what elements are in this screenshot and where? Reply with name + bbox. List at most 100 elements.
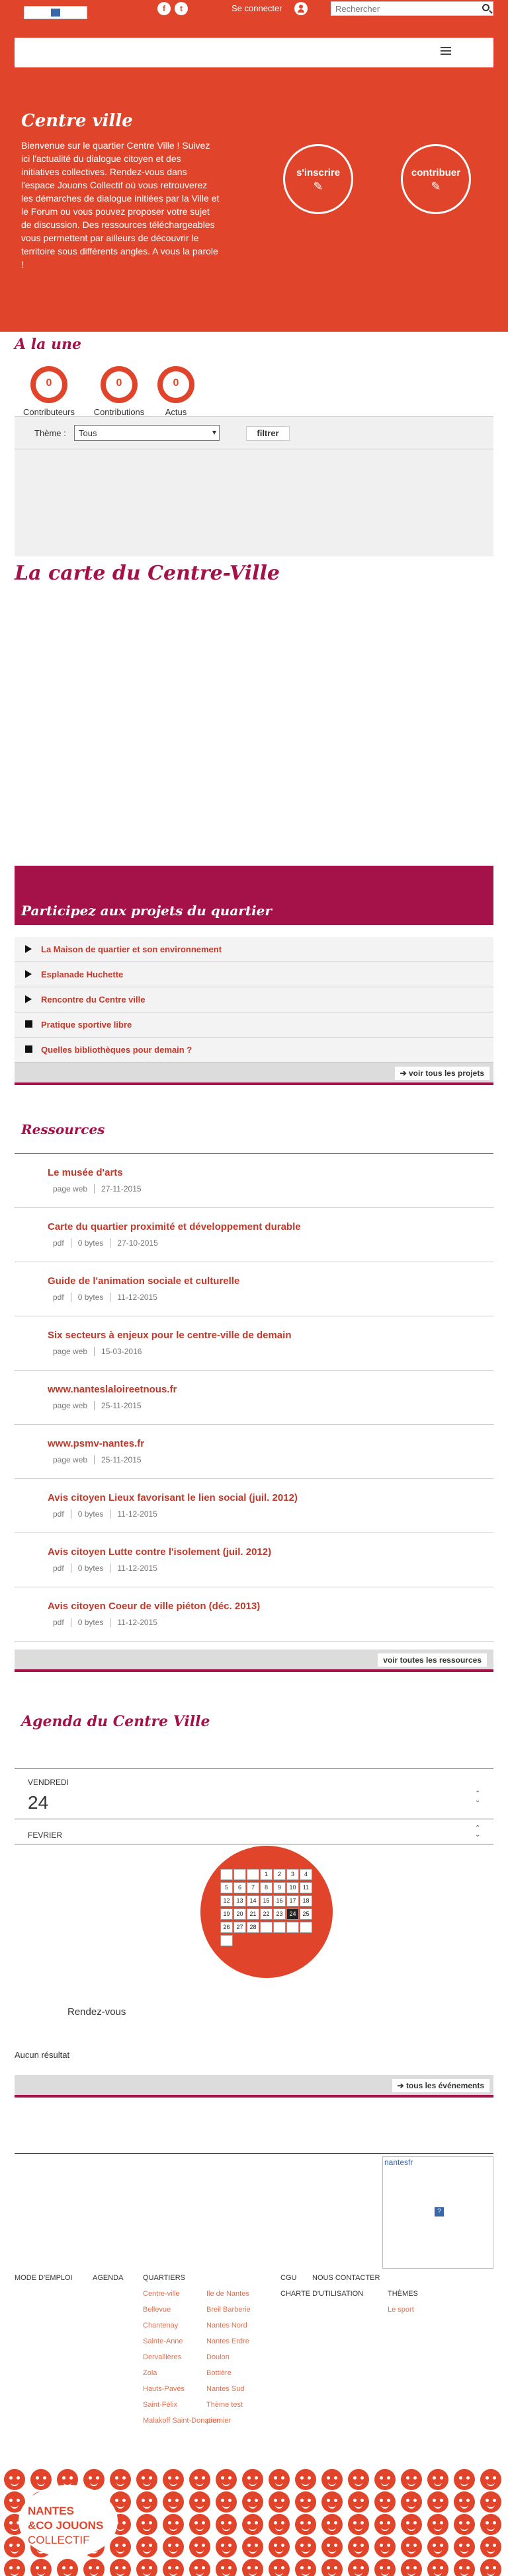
calendar-day[interactable]: 9: [273, 1882, 286, 1893]
project-item[interactable]: Pratique sportive libre: [15, 1012, 493, 1038]
quartier-link[interactable]: Breil Barberie: [206, 2306, 251, 2314]
all-events-label: tous les événements: [405, 2081, 484, 2090]
all-events-button[interactable]: ➔ tous les événements: [392, 2079, 489, 2092]
quartier-link[interactable]: Ile de Nantes: [206, 2290, 249, 2298]
search-icon[interactable]: [482, 4, 489, 11]
footer-nav-charter[interactable]: CHARTE D'UTILISATION: [280, 2290, 363, 2298]
resource-title[interactable]: Avis citoyen Lutte contre l'isolement (j…: [48, 1546, 271, 1558]
facebook-icon[interactable]: f: [157, 2, 171, 15]
quartier-link[interactable]: premier: [206, 2417, 231, 2425]
calendar-day[interactable]: 18: [300, 1895, 312, 1907]
resource-item[interactable]: Carte du quartier proximité et développe…: [15, 1208, 493, 1262]
user-icon[interactable]: [294, 2, 308, 15]
calendar-day[interactable]: 22: [260, 1909, 273, 1920]
quartier-link[interactable]: Bottière: [206, 2369, 232, 2377]
footer-theme-item[interactable]: Le sport: [388, 2306, 414, 2314]
resource-item[interactable]: Guide de l'animation sociale et culturel…: [15, 1262, 493, 1316]
theme-select[interactable]: Tous: [74, 425, 220, 441]
project-item[interactable]: Quelles bibliothèques pour demain ?: [15, 1038, 493, 1063]
calendar-day[interactable]: 10: [286, 1882, 299, 1893]
calendar-day[interactable]: 13: [233, 1895, 246, 1907]
resource-item[interactable]: Avis citoyen Lieux favorisant le lien so…: [15, 1479, 493, 1533]
language-flag[interactable]: [24, 6, 87, 19]
calendar-day[interactable]: 8: [260, 1882, 273, 1893]
calendar-day[interactable]: 12: [220, 1895, 233, 1907]
calendar-day[interactable]: 17: [286, 1895, 299, 1907]
calendar-day[interactable]: 3: [286, 1869, 299, 1880]
quartier-link[interactable]: Saint-Félix: [143, 2401, 177, 2409]
quartier-link[interactable]: Nantes Nord: [206, 2322, 247, 2330]
resource-item[interactable]: Avis citoyen Lutte contre l'isolement (j…: [15, 1533, 493, 1587]
nantesfr-link[interactable]: nantesfr: [384, 2158, 413, 2167]
resource-item[interactable]: Six secteurs à enjeux pour le centre-vil…: [15, 1316, 493, 1371]
all-resources-button[interactable]: voir toutes les ressources: [378, 1653, 487, 1667]
project-item[interactable]: La Maison de quartier et son environneme…: [15, 937, 493, 962]
filter-button[interactable]: filtrer: [246, 426, 290, 441]
quartier-link[interactable]: Doulon: [206, 2353, 230, 2361]
calendar-day[interactable]: 4: [300, 1869, 312, 1880]
calendar-day[interactable]: 26: [220, 1922, 233, 1933]
resource-title[interactable]: Avis citoyen Coeur de ville piéton (déc.…: [48, 1601, 260, 1612]
all-projects-button[interactable]: ➔ voir tous les projets: [394, 1067, 489, 1080]
quartier-link[interactable]: Centre-ville: [143, 2290, 180, 2298]
quartier-link[interactable]: Nantes Sud: [206, 2385, 244, 2393]
calendar-day[interactable]: 28: [247, 1922, 259, 1933]
resource-title[interactable]: Avis citoyen Lieux favorisant le lien so…: [48, 1492, 298, 1503]
quartier-link[interactable]: Dervallières: [143, 2353, 181, 2361]
calendar-day[interactable]: 25: [300, 1909, 312, 1920]
resource-item[interactable]: www.psmv-nantes.fr page web 25-11-2015: [15, 1425, 493, 1479]
resource-item[interactable]: www.nanteslaloireetnous.fr page web 25-11-…: [15, 1371, 493, 1425]
footer-nav-quartiers[interactable]: QUARTIERS: [143, 2274, 185, 2282]
calendar-day[interactable]: 19: [220, 1909, 233, 1920]
day-stepper[interactable]: ⌃ ⌄: [475, 1791, 480, 1804]
calendar-day[interactable]: 20: [233, 1909, 246, 1920]
resource-title[interactable]: www.psmv-nantes.fr: [48, 1438, 144, 1449]
resource-title[interactable]: Carte du quartier proximité et développe…: [48, 1221, 301, 1232]
nantes-co-logo[interactable]: NANTES &CO JOUONS COLLECTIF: [19, 2485, 118, 2557]
project-item[interactable]: Esplanade Huchette: [15, 962, 493, 987]
subscribe-button[interactable]: s'inscrire ✎: [283, 144, 353, 214]
search-input[interactable]: [331, 2, 470, 15]
resource-title[interactable]: Guide de l'animation sociale et culturel…: [48, 1275, 239, 1287]
project-label: Esplanade Huchette: [41, 969, 124, 979]
calendar-day[interactable]: 21: [247, 1909, 259, 1920]
calendar-day[interactable]: 23: [273, 1909, 286, 1920]
calendar-day[interactable]: 7: [247, 1882, 259, 1893]
calendar-day[interactable]: 5: [220, 1882, 233, 1893]
calendar-day[interactable]: 16: [273, 1895, 286, 1907]
resource-item[interactable]: Avis citoyen Coeur de ville piéton (déc.…: [15, 1587, 493, 1642]
calendar-day[interactable]: 24: [286, 1909, 299, 1920]
contribute-button[interactable]: contribuer ✎: [401, 144, 471, 214]
quartier-link[interactable]: Bellevue: [143, 2306, 171, 2314]
quartier-link[interactable]: Thème test: [206, 2401, 243, 2409]
events-more-bar: ➔ tous les événements: [15, 2075, 493, 2095]
footer-nav-cgu[interactable]: CGU: [280, 2274, 296, 2282]
quartier-link[interactable]: Sainte-Anne: [143, 2337, 183, 2345]
login-link[interactable]: Se connecter: [232, 3, 282, 13]
resource-item[interactable]: Le musée d'arts page web 27-11-2015: [15, 1154, 493, 1208]
resource-title[interactable]: www.nanteslaloireetnous.fr: [48, 1384, 177, 1395]
resource-title[interactable]: Le musée d'arts: [48, 1167, 123, 1178]
quartier-link[interactable]: Chantenay: [143, 2322, 178, 2330]
calendar-day[interactable]: 27: [233, 1922, 246, 1933]
stat-value: 0: [116, 377, 122, 389]
month-stepper[interactable]: ⌃ ⌄: [475, 1825, 480, 1838]
quartier-link[interactable]: Hauts-Pavés: [143, 2385, 185, 2393]
twitter-icon[interactable]: t: [175, 2, 188, 15]
footer-nav-themes[interactable]: THÈMES: [388, 2290, 418, 2298]
calendar-day[interactable]: 15: [260, 1895, 273, 1907]
project-item[interactable]: Rencontre du Centre ville: [15, 987, 493, 1012]
footer-nav-mode[interactable]: MODE D'EMPLOI: [15, 2274, 73, 2282]
footer-nav-contact[interactable]: NOUS CONTACTER: [312, 2274, 380, 2282]
footer-nav-agenda[interactable]: AGENDA: [93, 2274, 123, 2282]
calendar-day[interactable]: 2: [273, 1869, 286, 1880]
menu-icon[interactable]: [441, 47, 451, 55]
quartier-link[interactable]: Nantes Erdre: [206, 2337, 249, 2345]
quartier-link[interactable]: Zola: [143, 2369, 157, 2377]
calendar-day[interactable]: 11: [300, 1882, 312, 1893]
resource-title[interactable]: Six secteurs à enjeux pour le centre-vil…: [48, 1330, 291, 1341]
calendar-day[interactable]: 1: [260, 1869, 273, 1880]
calendar-day[interactable]: 6: [233, 1882, 246, 1893]
calendar-day[interactable]: 14: [247, 1895, 259, 1907]
face-icon: [321, 2559, 343, 2576]
